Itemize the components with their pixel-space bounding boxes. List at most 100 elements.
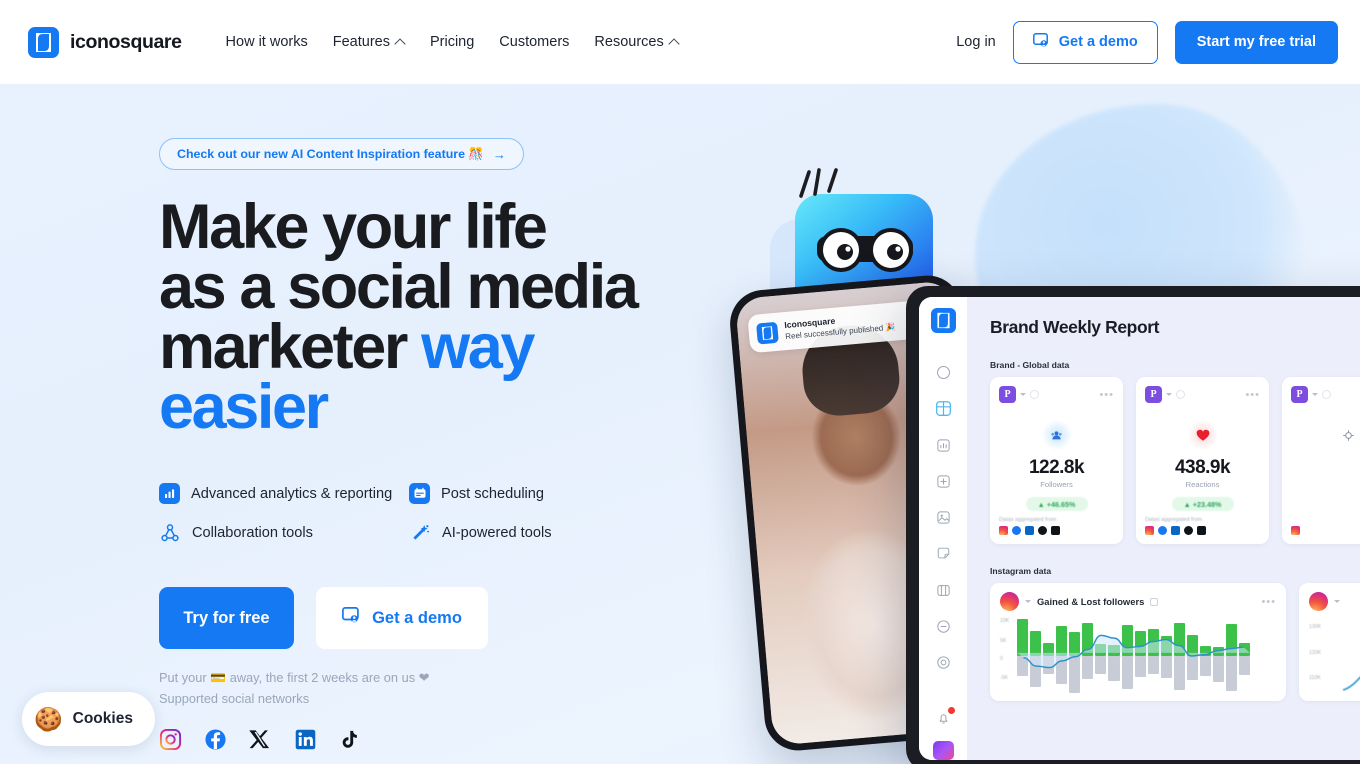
get-a-demo-label: Get a demo [372, 608, 462, 627]
cookies-button[interactable]: 🍪 Cookies [22, 692, 155, 746]
iconosquare-logo-icon [28, 26, 59, 58]
instagram-icon [1291, 526, 1300, 535]
chart-card-header [1309, 592, 1360, 611]
chevron-down-icon[interactable] [1166, 393, 1172, 396]
calendar-icon [409, 483, 430, 504]
network-icons [999, 526, 1060, 535]
stat-card-reactions: P ••• 438.9k Reactions ▲ +23.48% Datas a… [1136, 377, 1269, 544]
fine-print-line-2: Supported social networks [159, 691, 310, 706]
nav-item-pricing[interactable]: Pricing [430, 34, 474, 50]
media-library-icon[interactable] [933, 508, 954, 527]
stat-label: Followers [1040, 480, 1073, 489]
hero-section: Check out our new AI Content Inspiration… [0, 84, 1360, 764]
feature-list: Advanced analytics & reporting Post sche… [159, 483, 719, 544]
get-a-demo-secondary-button[interactable]: Get a demo [316, 587, 488, 649]
chevron-up-icon [670, 38, 679, 47]
nav-label: Resources [594, 34, 664, 50]
feature-label: Advanced analytics & reporting [191, 485, 393, 502]
header-actions: Log in Get a demo Start my free trial [956, 20, 1338, 64]
start-free-trial-button[interactable]: Start my free trial [1174, 20, 1338, 64]
global-stat-cards: P ••• 122.8k Followers ▲ +46.65% Datas a… [990, 377, 1360, 544]
chart-card-gained-lost-followers: Gained & Lost followers ••• 10K 5K 0 -5K [990, 583, 1286, 701]
iconosquare-logo-icon[interactable] [930, 308, 956, 333]
instagram-icon [1309, 592, 1328, 611]
headline-highlight-way: way [421, 312, 535, 382]
headline-highlight-easier: easier [159, 372, 329, 442]
tiktok-icon [1038, 526, 1047, 535]
footer-caption: Datas aggregated from [1145, 517, 1203, 523]
network-filter-icon[interactable] [1030, 390, 1039, 399]
y-axis-ticks: 130K 120K 110K [1309, 624, 1322, 682]
analytics-icon[interactable] [933, 436, 954, 455]
y-axis-ticks: 10K 5K 0 -5K [1000, 616, 1016, 696]
bar-chart-icon [159, 483, 180, 504]
section-label-global: Brand - Global data [990, 360, 1070, 370]
chart-card-secondary: 130K 120K 110K [1299, 583, 1360, 701]
add-post-icon[interactable] [933, 472, 954, 491]
feature-item-collaboration: Collaboration tools [159, 522, 409, 544]
tablet-mockup: Brand Weekly Report Brand - Global data … [906, 286, 1360, 764]
network-filter-icon[interactable] [1322, 390, 1331, 399]
y-tick: 5K [1000, 638, 1007, 645]
network-filter-icon[interactable] [1176, 390, 1185, 399]
linkedin-icon[interactable] [294, 728, 317, 751]
dashboard-screen: Brand Weekly Report Brand - Global data … [919, 297, 1360, 760]
pill-label: Check out our new AI Content Inspiration… [177, 146, 484, 161]
info-icon[interactable] [1150, 597, 1159, 606]
dashboard-icon[interactable] [933, 399, 954, 418]
more-options-icon[interactable]: ••• [1099, 389, 1114, 400]
login-link[interactable]: Log in [956, 34, 996, 50]
stat-label: Reactions [1185, 480, 1220, 489]
chevron-down-icon[interactable] [1020, 393, 1026, 396]
y-tick: 10K [1000, 617, 1010, 624]
chevron-down-icon[interactable] [1334, 600, 1340, 603]
stat-value: 438.9k [1174, 457, 1231, 478]
y-tick: -5K [1000, 675, 1009, 682]
bell-icon[interactable] [933, 707, 955, 727]
brand-name: iconosquare [70, 30, 182, 53]
network-icons [1145, 526, 1206, 535]
get-a-demo-button[interactable]: Get a demo [1012, 20, 1158, 64]
hero-cta-row: Try for free Get a demo [159, 587, 779, 649]
fine-print-line-1: Put your 💳 away, the first 2 weeks are o… [159, 670, 430, 685]
instagram-icon [1145, 526, 1154, 535]
columns-icon[interactable] [933, 581, 954, 600]
facebook-icon[interactable] [204, 728, 227, 751]
feature-item-analytics: Advanced analytics & reporting [159, 483, 409, 504]
chart-card-header: Gained & Lost followers ••• [1000, 592, 1276, 611]
notes-icon[interactable] [933, 544, 954, 563]
more-options-icon[interactable]: ••• [1245, 389, 1260, 400]
instagram-icon [999, 526, 1008, 535]
cookie-icon: 🍪 [34, 705, 63, 732]
ai-feature-announcement-pill[interactable]: Check out our new AI Content Inspiration… [159, 138, 524, 170]
line-series [1342, 676, 1360, 691]
x-twitter-icon [1197, 526, 1206, 535]
dashboard-main: Brand Weekly Report Brand - Global data … [967, 297, 1360, 760]
settings-icon[interactable] [933, 653, 954, 672]
profile-badge: P [999, 386, 1016, 403]
chevron-down-icon[interactable] [1312, 393, 1318, 396]
x-twitter-icon[interactable] [249, 728, 272, 751]
try-for-free-button[interactable]: Try for free [159, 587, 294, 649]
feature-label: AI-powered tools [442, 525, 552, 541]
nav-label: Features [332, 34, 390, 50]
brand-logo[interactable]: iconosquare [28, 26, 182, 58]
user-avatar[interactable] [932, 740, 954, 760]
nav-item-customers[interactable]: Customers [499, 34, 569, 50]
tiktok-icon[interactable] [339, 728, 362, 751]
linkedin-icon [1171, 526, 1180, 535]
feature-label: Post scheduling [441, 485, 545, 502]
feature-item-ai-tools: AI-powered tools [409, 522, 719, 544]
more-options-icon[interactable]: ••• [1261, 596, 1276, 607]
tiktok-icon [1184, 526, 1193, 535]
instagram-icon[interactable] [159, 728, 182, 751]
nav-item-resources[interactable]: Resources [594, 34, 678, 50]
linkedin-icon [1025, 526, 1034, 535]
nav-item-features[interactable]: Features [333, 34, 405, 50]
chevron-down-icon[interactable] [1025, 600, 1031, 603]
compass-icon[interactable] [933, 363, 954, 382]
comments-icon[interactable] [933, 617, 954, 636]
nav-item-how-it-works[interactable]: How it works [226, 34, 308, 50]
x-twitter-icon [1051, 526, 1060, 535]
screen-share-icon [1032, 32, 1050, 52]
